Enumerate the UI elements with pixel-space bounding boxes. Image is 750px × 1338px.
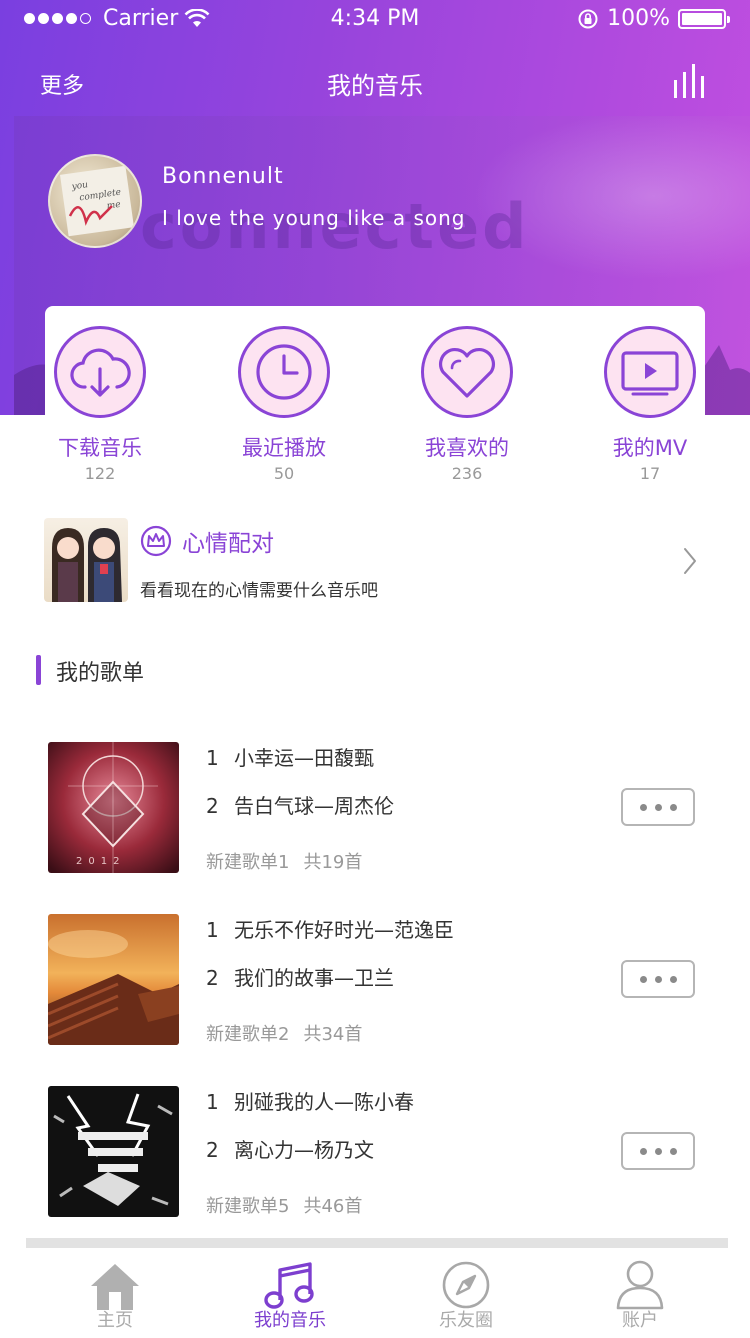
- song-number: 1: [206, 1090, 219, 1114]
- quick-action-count: 17: [639, 464, 661, 483]
- playlist-song: 1 无乐不作好时光—范逸臣: [206, 914, 454, 943]
- quick-action-downloads[interactable]: 下载音乐 122: [10, 326, 190, 483]
- song-title: 告白气球—周杰伦: [234, 794, 394, 818]
- svg-text:2012: 2012: [76, 856, 125, 867]
- playlist-cover: [48, 914, 179, 1045]
- tab-friends[interactable]: 乐友圈: [376, 1248, 556, 1332]
- tabbar-divider: [26, 1238, 728, 1248]
- playlist-item[interactable]: 1 别碰我的人—陈小春 2 离心力—杨乃文 新建歌单5 共46首: [0, 1086, 750, 1226]
- music-note-icon: [264, 1262, 314, 1309]
- song-title: 无乐不作好时光—范逸臣: [234, 918, 454, 942]
- quick-action-count: 122: [84, 464, 116, 483]
- profile-signature: I love the young like a song: [162, 206, 466, 230]
- tab-account[interactable]: 账户: [550, 1248, 730, 1332]
- playlist-item[interactable]: 1 无乐不作好时光—范逸臣 2 我们的故事—卫兰 新建歌单2 共34首: [0, 914, 750, 1054]
- playlist-meta: 新建歌单1 共19首: [206, 848, 362, 874]
- playlist-song: 2 我们的故事—卫兰: [206, 962, 394, 991]
- profile-name: Bonnenult: [162, 164, 284, 189]
- playlist-name: 新建歌单5: [206, 1196, 290, 1217]
- mood-illustration: [52, 528, 122, 602]
- quick-action-mv[interactable]: 我的MV 17: [560, 326, 740, 483]
- playlist-cover: 2012: [48, 742, 179, 873]
- tab-bar: 主页 我的音乐 乐友圈 账户: [0, 1248, 750, 1338]
- quick-action-favorites[interactable]: 我喜欢的 236: [377, 326, 557, 483]
- more-options-button[interactable]: [621, 1132, 695, 1170]
- compass-icon: [442, 1261, 490, 1309]
- avatar-image: you complete me: [60, 165, 134, 237]
- playlist-song: 1 别碰我的人—陈小春: [206, 1086, 414, 1115]
- quick-action-count: 50: [273, 464, 295, 483]
- playlist-meta: 新建歌单2 共34首: [206, 1020, 362, 1046]
- video-play-icon: [621, 351, 679, 396]
- quick-action-recent[interactable]: 最近播放 50: [194, 326, 374, 483]
- quick-action-label: 最近播放: [242, 436, 326, 460]
- quick-action-icon-wrap: [54, 326, 146, 418]
- user-icon: [616, 1260, 664, 1310]
- playlist-item[interactable]: 2012 1 小幸运—田馥甄 2 告白气球—周杰伦 新建歌单1 共19首: [0, 742, 750, 882]
- quick-action-icon-wrap: [604, 326, 696, 418]
- nav-bar: 更多 我的音乐: [0, 60, 750, 104]
- section-accent-bar: [36, 655, 41, 685]
- chevron-right-icon[interactable]: [682, 546, 698, 576]
- quick-action-label: 我喜欢的: [425, 436, 509, 460]
- mood-match-title[interactable]: 心情配对: [140, 524, 274, 558]
- tab-label: 主页: [97, 1310, 133, 1331]
- quick-action-label: 我的MV: [612, 436, 688, 460]
- avatar[interactable]: you complete me: [48, 154, 142, 248]
- quick-action-icon-wrap: [238, 326, 330, 418]
- playlist-song: 1 小幸运—田馥甄: [206, 742, 374, 771]
- playlist-count: 共46首: [303, 1196, 363, 1217]
- tab-label: 乐友圈: [439, 1310, 493, 1331]
- playlist-count: 共19首: [303, 852, 363, 873]
- playlist-name: 新建歌单1: [206, 852, 290, 873]
- song-number: 2: [206, 1138, 219, 1162]
- tab-label: 账户: [622, 1310, 658, 1331]
- mood-thumbnail[interactable]: [44, 518, 128, 602]
- tab-my-music[interactable]: 我的音乐: [200, 1248, 380, 1332]
- rotation-lock-icon: [578, 9, 598, 28]
- mood-subtitle: 看看现在的心情需要什么音乐吧: [140, 581, 378, 601]
- battery-icon: [678, 8, 730, 29]
- playlist-cover: [48, 1086, 179, 1217]
- song-title: 小幸运—田馥甄: [234, 746, 374, 770]
- song-title: 我们的故事—卫兰: [234, 966, 394, 990]
- quick-action-label: 下载音乐: [58, 436, 142, 460]
- playlist-name: 新建歌单2: [206, 1024, 290, 1045]
- song-number: 1: [206, 746, 219, 770]
- song-title: 离心力—杨乃文: [234, 1138, 374, 1162]
- equalizer-icon[interactable]: [672, 64, 706, 98]
- home-icon: [91, 1264, 139, 1310]
- song-number: 2: [206, 794, 219, 818]
- playlist-meta: 新建歌单5 共46首: [206, 1192, 362, 1218]
- more-options-button[interactable]: [621, 788, 695, 826]
- clock-icon: [256, 344, 312, 400]
- quick-action-icon-wrap: [421, 326, 513, 418]
- page-title: 我的音乐: [327, 72, 423, 100]
- section-title: 我的歌单: [56, 661, 145, 686]
- battery-status: 100%: [577, 6, 730, 31]
- tab-home[interactable]: 主页: [25, 1248, 205, 1332]
- mood-title-text: 心情配对: [182, 531, 274, 557]
- more-options-button[interactable]: [621, 960, 695, 998]
- song-number: 2: [206, 966, 219, 990]
- heart-icon: [438, 348, 496, 398]
- status-bar: Carrier 4:34 PM 100%: [0, 0, 750, 40]
- cloud-download-icon: [70, 348, 131, 397]
- battery-percent: 100%: [607, 6, 670, 31]
- song-title: 别碰我的人—陈小春: [234, 1090, 414, 1114]
- quick-action-count: 236: [451, 464, 483, 483]
- song-number: 1: [206, 918, 219, 942]
- crown-icon: [140, 525, 172, 557]
- playlist-song: 2 离心力—杨乃文: [206, 1134, 374, 1163]
- tab-label: 我的音乐: [254, 1310, 326, 1331]
- playlist-song: 2 告白气球—周杰伦: [206, 790, 394, 819]
- playlist-count: 共34首: [303, 1024, 363, 1045]
